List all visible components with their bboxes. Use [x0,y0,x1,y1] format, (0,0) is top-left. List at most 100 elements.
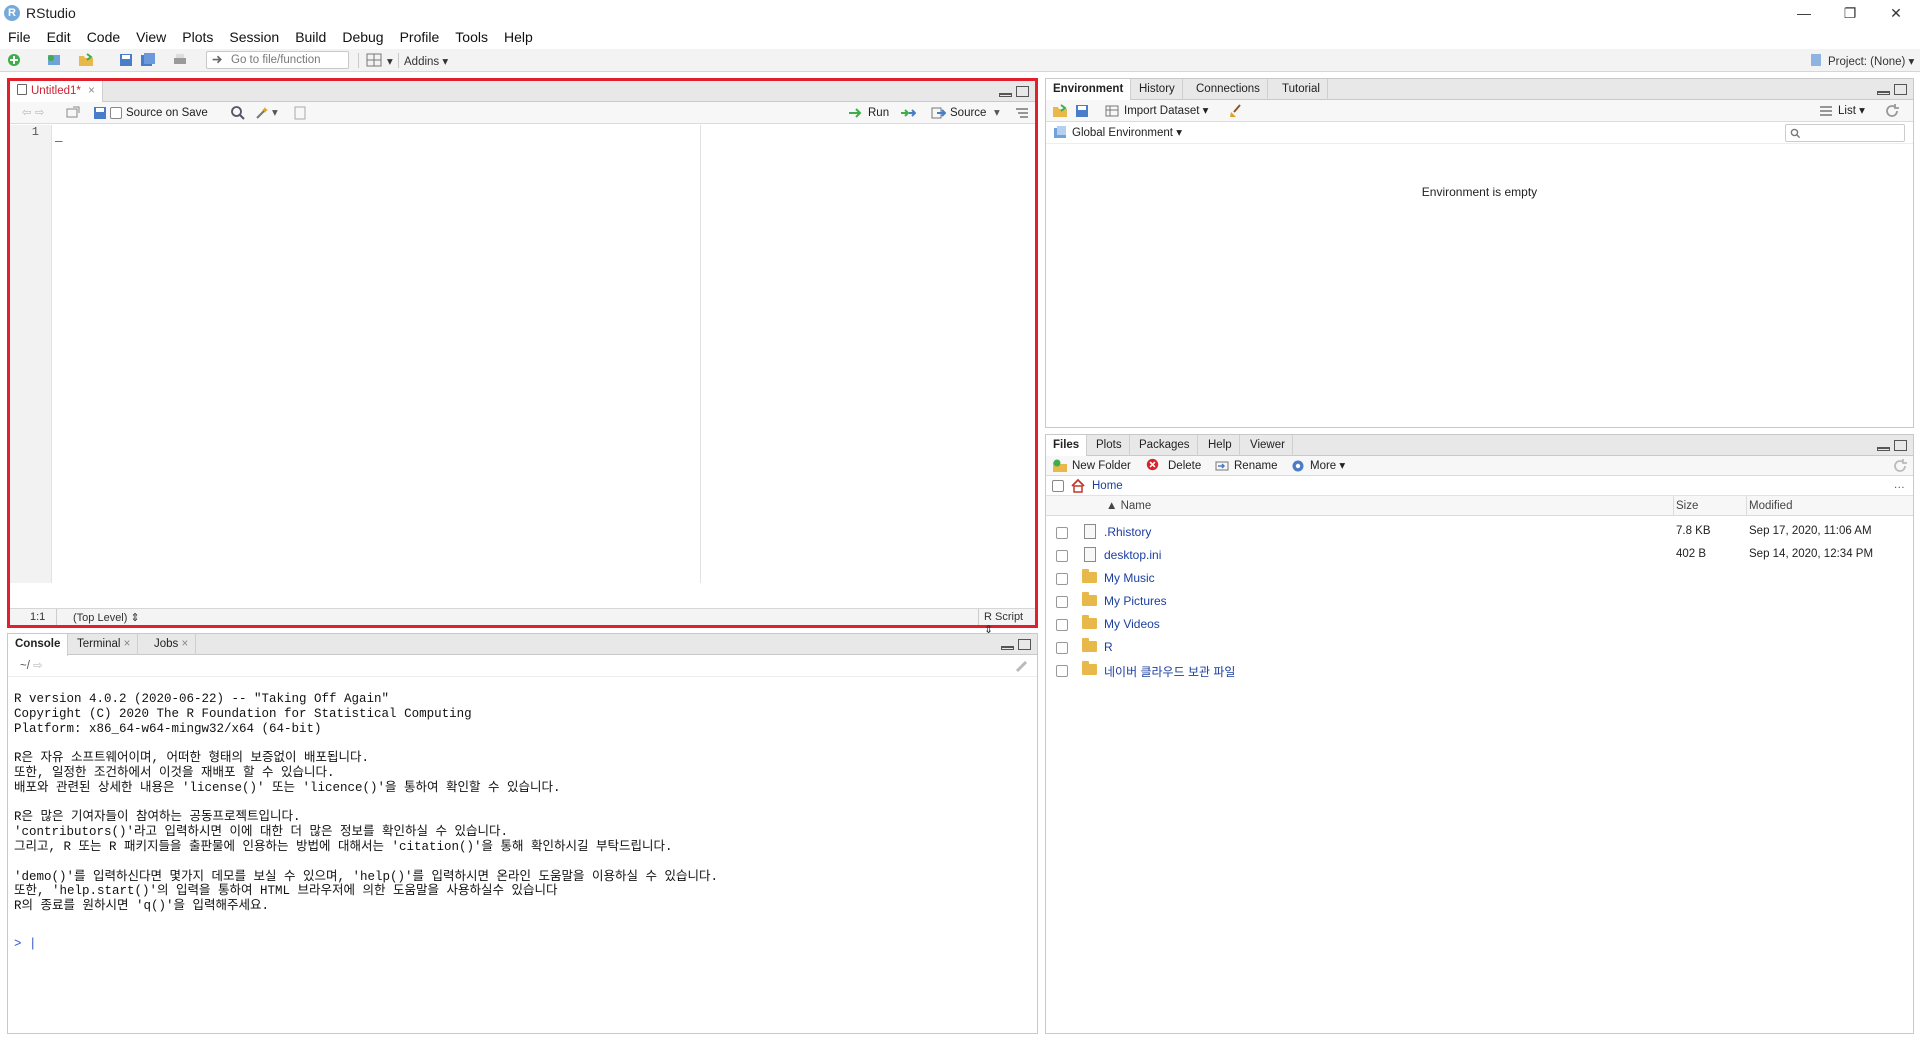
close-button[interactable]: ✕ [1873,0,1919,26]
file-name-link[interactable]: My Music [1104,571,1155,585]
environment-search-input[interactable] [1785,124,1905,142]
load-workspace-icon[interactable] [1052,103,1068,119]
code-editor-area[interactable]: _ [55,125,695,583]
pane-controls[interactable] [1877,84,1907,95]
refresh-icon[interactable] [1884,103,1900,119]
file-checkbox[interactable] [1056,665,1068,677]
scope-selector[interactable]: (Top Level) ⇕ [73,611,140,624]
file-name-link[interactable]: desktop.ini [1104,548,1161,562]
tab-jobs[interactable]: Jobs × [147,634,197,655]
source-dropdown[interactable]: ▾ [994,106,1000,120]
addins-menu[interactable]: Addins ▾ [404,54,448,68]
file-row[interactable]: .Rhistory 7.8 KB Sep 17, 2020, 11:06 AM [1046,521,1913,544]
save-icon[interactable] [92,105,108,121]
menu-file[interactable]: File [0,29,39,45]
select-all-checkbox[interactable] [1052,480,1064,492]
menu-build[interactable]: Build [287,29,334,45]
source-on-save-checkbox[interactable] [110,107,122,119]
save-workspace-icon[interactable] [1074,103,1090,119]
tab-tutorial[interactable]: Tutorial [1275,79,1328,100]
delete-button[interactable]: Delete [1168,459,1201,473]
rerun-icon[interactable] [900,105,916,121]
tab-files[interactable]: Files [1046,435,1088,457]
rename-button[interactable]: Rename [1234,459,1277,473]
tab-plots[interactable]: Plots [1089,435,1130,456]
file-row[interactable]: My Pictures [1046,590,1913,613]
pane-layout-icon[interactable] [366,52,382,68]
search-icon[interactable] [230,105,246,121]
tab-untitled1[interactable]: Untitled1* × [10,81,103,103]
file-name-link[interactable]: My Pictures [1104,594,1167,608]
column-modified[interactable]: Modified [1749,499,1792,513]
menu-help[interactable]: Help [496,29,541,45]
menu-edit[interactable]: Edit [39,29,79,45]
file-row[interactable]: My Videos [1046,613,1913,636]
file-checkbox[interactable] [1056,527,1068,539]
menu-session[interactable]: Session [221,29,287,45]
tab-connections[interactable]: Connections [1189,79,1268,100]
tab-help[interactable]: Help [1201,435,1240,456]
menu-profile[interactable]: Profile [392,29,448,45]
file-checkbox[interactable] [1056,642,1068,654]
clear-objects-broom-icon[interactable] [1228,103,1244,119]
clear-console-icon[interactable] [1014,658,1030,674]
more-menu[interactable]: More ▾ [1310,459,1345,473]
view-mode-dropdown[interactable]: List ▾ [1838,104,1865,118]
show-in-window-icon[interactable] [65,105,81,121]
goto-file-input[interactable]: Go to file/function [206,51,349,69]
new-folder-button[interactable]: New Folder [1072,459,1131,473]
environment-scope-dropdown[interactable]: Global Environment ▾ [1072,126,1182,140]
tab-console[interactable]: Console [8,634,69,656]
import-dataset-button[interactable]: Import Dataset ▾ [1124,104,1208,118]
new-project-icon[interactable] [46,52,62,68]
pane-controls[interactable] [1001,639,1031,650]
file-checkbox[interactable] [1056,573,1068,585]
back-icon[interactable]: ⇦ ⇨ [22,106,44,120]
open-file-icon[interactable] [78,52,94,68]
column-name[interactable]: ▲ Name [1106,499,1151,513]
tab-terminal[interactable]: Terminal × [70,634,139,655]
file-row[interactable]: My Music [1046,567,1913,590]
menu-debug[interactable]: Debug [334,29,391,45]
code-tools-wand-icon[interactable] [254,105,270,121]
file-checkbox[interactable] [1056,550,1068,562]
file-checkbox[interactable] [1056,619,1068,631]
console-path[interactable]: ~/ ⇨ [20,659,43,673]
outline-icon[interactable] [1014,105,1030,121]
menu-view[interactable]: View [128,29,174,45]
new-file-icon[interactable] [6,52,22,68]
menu-code[interactable]: Code [79,29,128,45]
tab-environment[interactable]: Environment [1046,79,1132,101]
menu-plots[interactable]: Plots [174,29,221,45]
save-all-icon[interactable] [140,52,156,68]
file-row[interactable]: desktop.ini 402 B Sep 14, 2020, 12:34 PM [1046,544,1913,567]
project-menu[interactable]: Project: (None) ▾ [1828,54,1914,68]
import-dataset-icon[interactable] [1104,103,1120,119]
refresh-icon[interactable] [1892,458,1908,474]
file-row[interactable]: 네이버 클라우드 보관 파일 [1046,659,1913,682]
menu-tools[interactable]: Tools [447,29,496,45]
save-icon[interactable] [118,52,134,68]
column-size[interactable]: Size [1676,499,1698,513]
tab-history[interactable]: History [1132,79,1183,100]
minimize-button[interactable]: — [1781,0,1827,26]
go-to-directory-button[interactable]: … [1894,478,1906,492]
file-row[interactable]: R [1046,636,1913,659]
close-tab-icon[interactable]: × [88,85,95,97]
breadcrumb-home[interactable]: Home [1092,479,1123,493]
pane-layout-dropdown[interactable]: ▾ [387,54,393,68]
run-button[interactable]: Run [868,106,889,120]
tab-packages[interactable]: Packages [1132,435,1198,456]
file-name-link[interactable]: R [1104,640,1113,654]
pane-controls[interactable] [999,86,1029,97]
pane-controls[interactable] [1877,440,1907,451]
console-prompt-line[interactable]: > | [14,936,37,952]
tab-viewer[interactable]: Viewer [1243,435,1293,456]
file-name-link[interactable]: 네이버 클라우드 보관 파일 [1104,663,1235,680]
file-checkbox[interactable] [1056,596,1068,608]
restore-button[interactable]: ❐ [1827,0,1873,26]
file-name-link[interactable]: .Rhistory [1104,525,1151,539]
print-icon[interactable] [172,52,188,68]
home-icon[interactable] [1070,478,1086,494]
run-icon[interactable] [848,105,864,121]
